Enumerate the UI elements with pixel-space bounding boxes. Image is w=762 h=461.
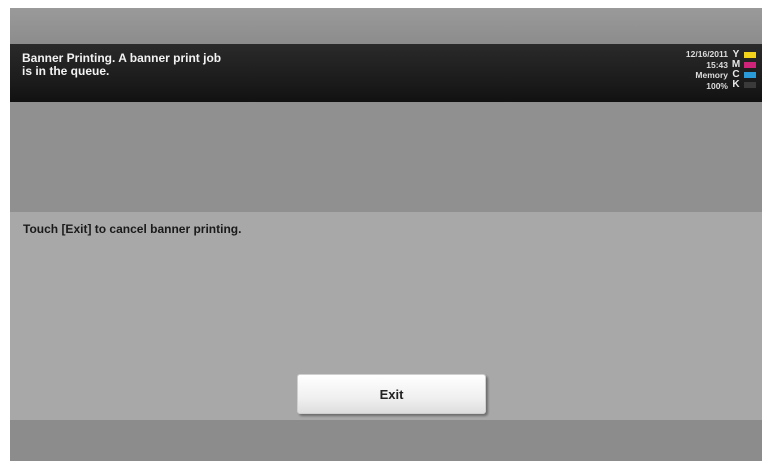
panel-message: Touch [Exit] to cancel banner printing. [23,222,242,236]
header-bar: Banner Printing. A banner print job is i… [10,44,762,102]
toner-bar-yellow [744,52,756,58]
blank-area [10,102,762,212]
header-message: Banner Printing. A banner print job is i… [22,51,222,78]
date-display: 12/16/2011 [685,49,728,59]
message-panel: Touch [Exit] to cancel banner printing. … [10,212,762,420]
toner-levels: Y M C K [730,50,758,90]
device-screen: Banner Printing. A banner print job is i… [10,8,762,461]
memory-value: 100% [706,80,728,91]
toner-letter-k: K [732,79,740,90]
status-info: 12/16/2011 15:43 Memory 100% [618,49,728,91]
time-display: 15:43 [706,59,728,70]
toner-bar-magenta [744,62,756,68]
exit-button[interactable]: Exit [297,374,486,414]
top-strip [10,8,762,44]
toner-bar-black [744,82,756,88]
toner-row-black: K [730,80,758,90]
memory-label: Memory [695,70,728,80]
bottom-strip [10,420,762,461]
toner-bar-cyan [744,72,756,78]
